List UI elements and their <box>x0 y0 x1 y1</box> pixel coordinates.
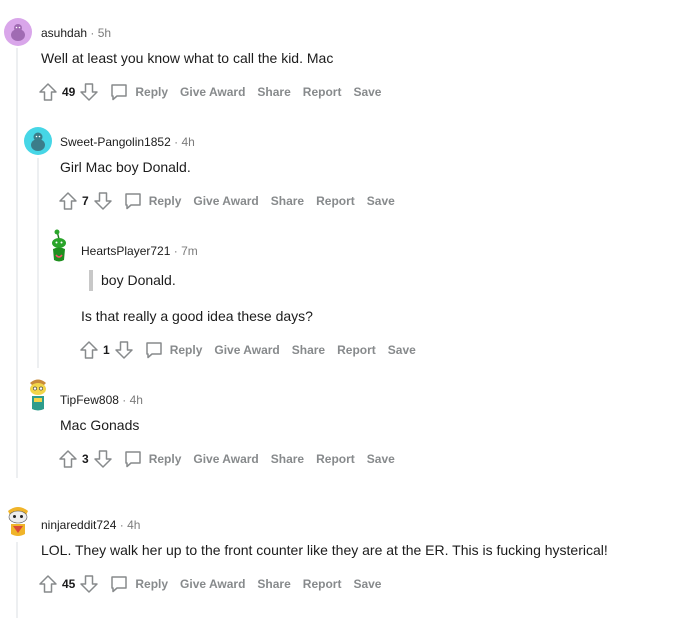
give-award-button[interactable]: Give Award <box>214 343 279 357</box>
reply-button[interactable]: Reply <box>144 340 203 360</box>
timestamp[interactable]: 4h <box>181 135 194 149</box>
author-name[interactable]: Sweet-Pangolin1852 <box>60 135 171 149</box>
separator: · <box>174 135 179 149</box>
separator: · <box>122 393 127 407</box>
reply-label: Reply <box>169 343 203 357</box>
give-award-button[interactable]: Give Award <box>193 452 258 466</box>
save-button[interactable]: Save <box>388 343 416 357</box>
downvote-icon[interactable] <box>114 340 134 360</box>
comment-body: Girl Mac boy Donald. <box>60 159 191 175</box>
comment-icon <box>145 342 162 359</box>
save-button[interactable]: Save <box>367 194 395 208</box>
upvote-icon[interactable] <box>79 340 99 360</box>
separator: · <box>173 244 178 258</box>
upvote-icon[interactable] <box>38 574 58 594</box>
vote-count: 45 <box>62 577 76 591</box>
vote-count: 49 <box>62 85 76 99</box>
downvote-icon[interactable] <box>93 449 113 469</box>
avatar[interactable] <box>24 127 52 155</box>
reply-label: Reply <box>135 85 169 99</box>
author-name[interactable]: asuhdah <box>41 26 87 40</box>
thread-line[interactable] <box>16 48 18 478</box>
avatar[interactable] <box>45 229 73 262</box>
reply-label: Reply <box>135 577 169 591</box>
share-button[interactable]: Share <box>257 85 290 99</box>
vote-count: 3 <box>82 452 89 466</box>
timestamp[interactable]: 5h <box>98 26 111 40</box>
upvote-icon[interactable] <box>58 449 78 469</box>
comment-icon <box>111 576 128 593</box>
separator: · <box>90 26 95 40</box>
give-award-button[interactable]: Give Award <box>193 194 258 208</box>
upvote-icon[interactable] <box>58 191 78 211</box>
comment-icon <box>124 451 141 468</box>
vote-count: 1 <box>103 343 110 357</box>
save-button[interactable]: Save <box>367 452 395 466</box>
avatar[interactable] <box>24 376 52 411</box>
avatar[interactable] <box>4 18 32 46</box>
avatar[interactable] <box>4 503 32 536</box>
share-button[interactable]: Share <box>271 194 304 208</box>
timestamp[interactable]: 7m <box>181 244 198 258</box>
thread-line[interactable] <box>16 542 18 618</box>
downvote-icon[interactable] <box>79 82 99 102</box>
report-button[interactable]: Report <box>316 194 355 208</box>
reply-button[interactable]: Reply <box>123 449 182 469</box>
author-name[interactable]: TipFew808 <box>60 393 119 407</box>
reply-button[interactable]: Reply <box>123 191 182 211</box>
reply-label: Reply <box>148 452 182 466</box>
upvote-icon[interactable] <box>38 82 58 102</box>
timestamp[interactable]: 4h <box>127 518 140 532</box>
share-button[interactable]: Share <box>271 452 304 466</box>
comment-body: Mac Gonads <box>60 417 140 433</box>
author-name[interactable]: HeartsPlayer721 <box>81 244 170 258</box>
give-award-button[interactable]: Give Award <box>180 577 245 591</box>
save-button[interactable]: Save <box>353 85 381 99</box>
downvote-icon[interactable] <box>93 191 113 211</box>
author-name[interactable]: ninjareddit724 <box>41 518 116 532</box>
comment-body: Is that really a good idea these days? <box>81 308 313 324</box>
quoted-text: boy Donald. <box>89 270 176 291</box>
report-button[interactable]: Report <box>337 343 376 357</box>
comment-body: LOL. They walk her up to the front count… <box>41 542 608 558</box>
comment-icon <box>111 84 128 101</box>
separator: · <box>119 518 124 532</box>
downvote-icon[interactable] <box>79 574 99 594</box>
report-button[interactable]: Report <box>303 85 342 99</box>
report-button[interactable]: Report <box>316 452 355 466</box>
vote-count: 7 <box>82 194 89 208</box>
share-button[interactable]: Share <box>257 577 290 591</box>
comment-icon <box>124 193 141 210</box>
reply-button[interactable]: Reply <box>109 82 168 102</box>
share-button[interactable]: Share <box>292 343 325 357</box>
thread-line[interactable] <box>37 158 39 368</box>
give-award-button[interactable]: Give Award <box>180 85 245 99</box>
save-button[interactable]: Save <box>353 577 381 591</box>
reply-label: Reply <box>148 194 182 208</box>
reply-button[interactable]: Reply <box>109 574 168 594</box>
comment-body: Well at least you know what to call the … <box>41 50 334 66</box>
report-button[interactable]: Report <box>303 577 342 591</box>
timestamp[interactable]: 4h <box>130 393 143 407</box>
